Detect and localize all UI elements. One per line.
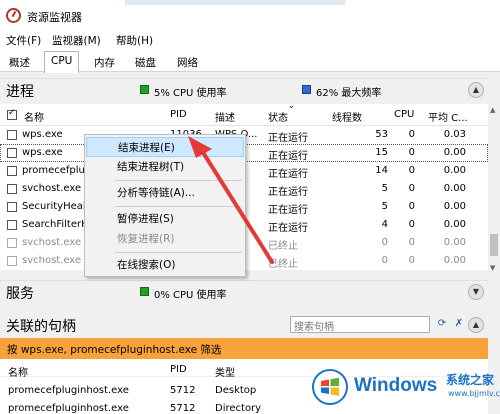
watermark-brand: Windows — [354, 375, 438, 396]
windows-logo-icon — [312, 369, 348, 405]
watermark-url: www.bjjmlv.com — [448, 389, 500, 398]
red-arrow-annotation — [188, 136, 274, 264]
watermark-cn: 系统之家 — [446, 373, 495, 387]
